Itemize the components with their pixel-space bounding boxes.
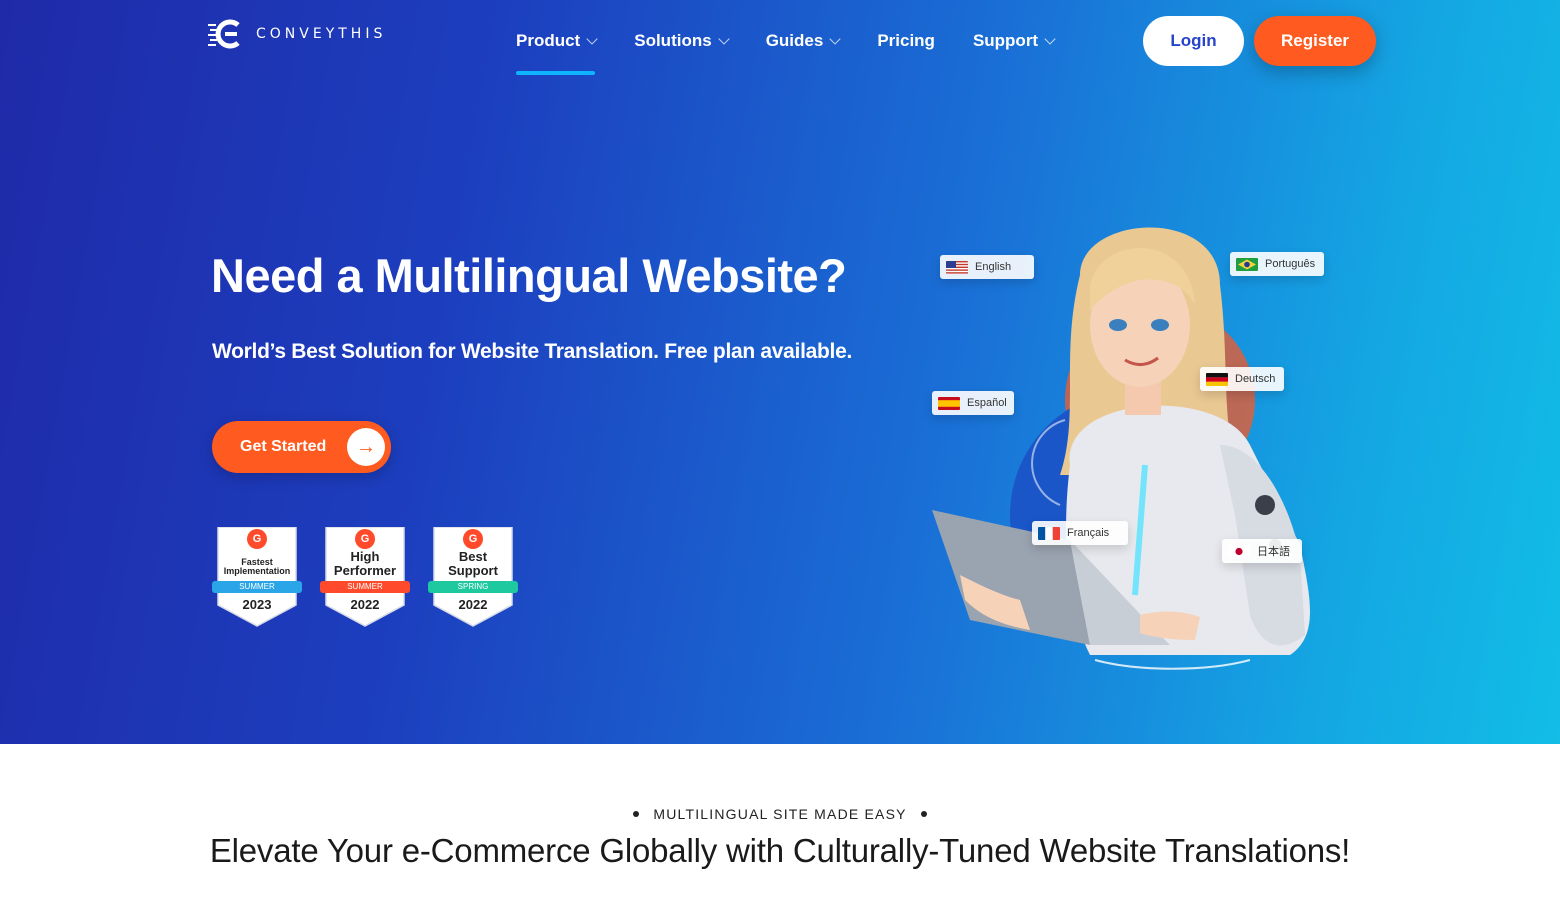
chevron-down-icon [829,32,841,45]
chevron-down-icon [1044,32,1056,45]
badge-title-line: Best [458,549,488,564]
lang-label: Português [1265,258,1316,270]
hero-illustration: English Português Deutsch Español França… [920,215,1360,685]
badge-title: Best Support [432,550,514,577]
badge-season-ribbon: SUMMER [212,581,302,593]
bullet-dot-icon [920,811,927,817]
g2-logo-icon: G [463,529,483,549]
lang-label: 日本語 [1257,546,1290,558]
lang-label: Français [1067,527,1110,539]
g2-logo-icon: G [355,529,375,549]
g2-badge-best-support: G Best Support SPRING 2022 [428,527,518,627]
brazil-flag-icon [1236,257,1258,271]
nav-pricing[interactable]: Pricing [877,30,935,52]
bullet-dot-icon [633,811,640,817]
badge-season-ribbon: SPRING [428,581,518,593]
g2-badge-high-performer: G High Performer SUMMER 2022 [320,527,410,627]
nav-solutions-label: Solutions [634,31,712,50]
section-eyebrow: MULTILINGUAL SITE MADE EASY [0,806,1560,822]
nav-active-indicator [516,71,595,75]
badge-title-line: Implementation [223,566,291,577]
nav-solutions[interactable]: Solutions [634,30,730,52]
chevron-down-icon [718,32,730,45]
g2-logo-icon: G [247,529,267,549]
brand-logo[interactable]: CONVEYTHIS [208,18,386,50]
nav-product[interactable]: Product [516,30,598,75]
chevron-down-icon [586,32,598,45]
hero-section: CONVEYTHIS Product Solutions Guides Pric… [0,0,1560,744]
lang-tag-portuguese: Português [1230,252,1324,276]
badge-title: Fastest Implementation [216,557,298,577]
lang-tag-japanese: 日本語 [1222,539,1302,563]
nav-guides[interactable]: Guides [765,30,841,52]
woman-with-laptop-illustration [932,227,1310,670]
nav-support[interactable]: Support [972,30,1056,52]
eyebrow-text: MULTILINGUAL SITE MADE EASY [653,806,907,822]
lang-label: Español [967,397,1007,409]
germany-flag-icon [1206,372,1228,386]
badge-year: 2022 [458,597,488,612]
badge-year: 2023 [242,597,272,612]
lang-tag-english: English [940,255,1034,279]
get-started-button[interactable]: Get Started → [212,421,391,473]
spain-flag-icon [938,396,960,410]
lang-label: Deutsch [1235,373,1276,385]
france-flag-icon [1038,526,1060,540]
lang-tag-german: Deutsch [1200,367,1284,391]
arrow-right-icon: → [347,428,385,466]
lang-tag-spanish: Español [932,391,1014,415]
brand-name: CONVEYTHIS [256,26,387,42]
main-nav: Product Solutions Guides Pricing Support [516,30,1056,75]
badge-title-line: Performer [333,562,397,578]
get-started-label: Get Started [240,438,327,455]
login-button[interactable]: Login [1143,16,1244,66]
section-heading: Elevate Your e-Commerce Globally with Cu… [209,832,1351,869]
badge-title-line: Support [448,562,498,578]
badge-year: 2022 [350,597,380,612]
hero-title: Need a Multilingual Website? [211,249,847,302]
nav-guides-label: Guides [765,31,824,50]
badge-season-ribbon: SUMMER [320,581,410,593]
nav-product-label: Product [516,31,581,50]
register-button[interactable]: Register [1254,16,1376,66]
lang-label: English [975,261,1012,273]
badge-title-line: High [350,549,380,564]
nav-support-label: Support [972,31,1039,50]
conveythis-logo-icon [208,19,240,49]
badge-title: High Performer [324,550,406,577]
japan-flag-icon [1228,544,1250,558]
lang-tag-french: Français [1032,521,1128,545]
g2-badge-fastest-implementation: G Fastest Implementation SUMMER 2023 [212,527,302,627]
us-flag-icon [946,260,968,274]
nav-pricing-label: Pricing [877,31,935,50]
hero-subtitle: World’s Best Solution for Website Transl… [212,340,852,363]
